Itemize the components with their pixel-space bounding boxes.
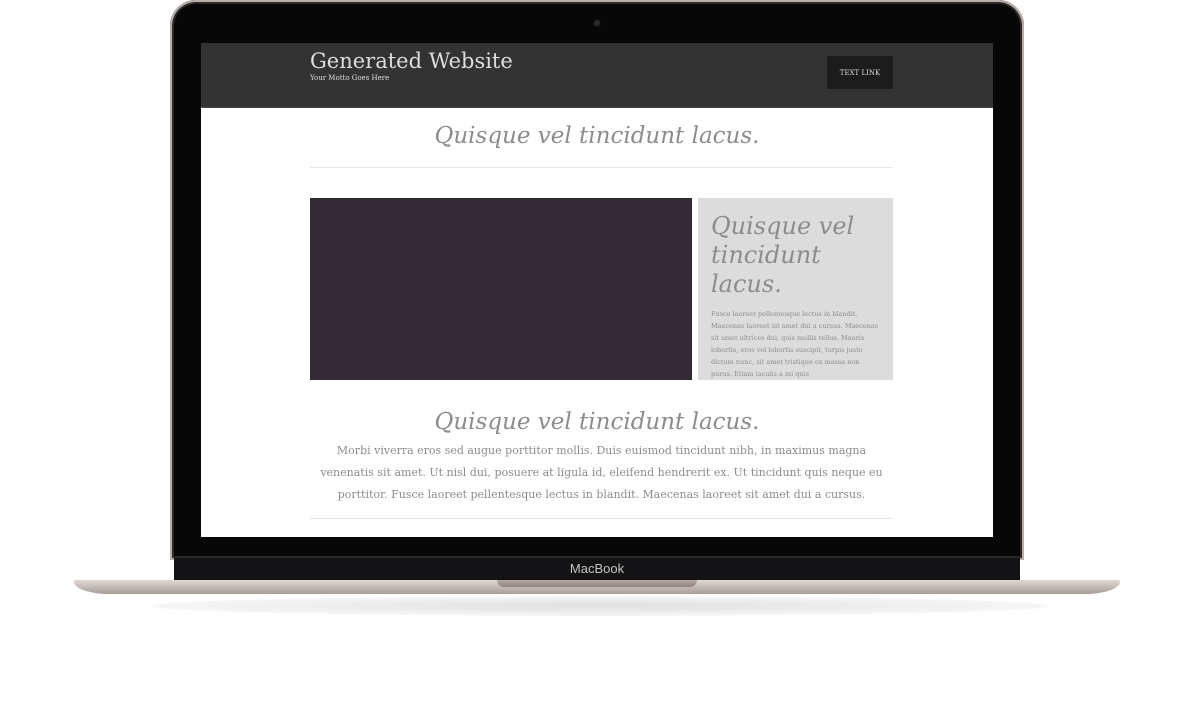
section-paragraph: Morbi viverra eros sed augue porttitor m…	[320, 444, 883, 501]
top-divider	[310, 167, 893, 168]
section-heading: Quisque vel tincidunt lacus.	[434, 409, 760, 435]
site-motto: Your Motto Goes Here	[310, 74, 390, 82]
laptop-screen: Generated Website Your Motto Goes Here T…	[201, 43, 993, 537]
site-header: Generated Website Your Motto Goes Here T…	[201, 43, 993, 108]
side-panel-text: Fusce laoreet pellentesque lectus in bla…	[711, 310, 878, 378]
top-heading: Quisque vel tincidunt lacus.	[434, 123, 760, 149]
laptop-notch	[497, 580, 697, 587]
side-panel: Quisque vel tincidunt lacus. Fusce laore…	[698, 198, 893, 380]
laptop-shadow	[150, 596, 1050, 616]
text-link-button[interactable]: TEXT LINK	[827, 56, 893, 89]
bottom-divider	[310, 518, 893, 519]
side-panel-heading: Quisque vel tincidunt lacus.	[711, 212, 855, 298]
laptop-chin: MacBook	[174, 558, 1020, 580]
hero-image-placeholder	[310, 198, 692, 380]
brand-label: MacBook	[569, 561, 625, 576]
site-title[interactable]: Generated Website	[310, 49, 513, 73]
camera-icon	[594, 20, 600, 26]
